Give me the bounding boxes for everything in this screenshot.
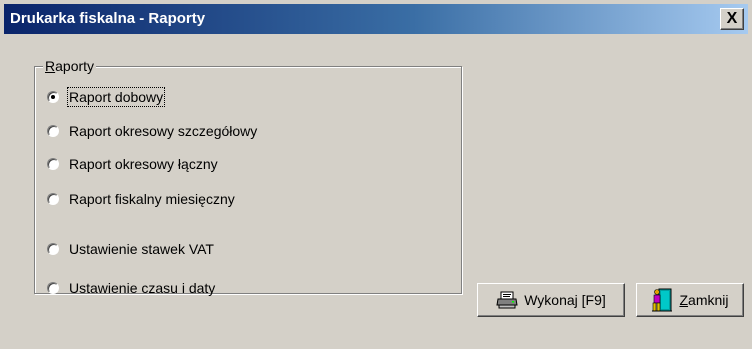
radio-periodic-total-report[interactable]: Raport okresowy łączny [47, 154, 218, 174]
radio-label: Raport okresowy szczegółowy [69, 123, 258, 139]
reports-groupbox: Raporty Raport dobowy Raport okresowy sz… [34, 58, 462, 296]
close-icon: X [726, 10, 738, 27]
radio-button[interactable] [47, 158, 59, 170]
window-title: Drukarka fiskalna - Raporty [10, 10, 206, 27]
radio-label: Raport fiskalny miesięczny [69, 191, 235, 207]
radio-button[interactable] [47, 125, 59, 137]
close-label-rest: amknij [688, 292, 729, 308]
execute-button[interactable]: Wykonaj [F9] [477, 283, 625, 317]
radio-button[interactable] [47, 282, 59, 294]
radio-button[interactable] [47, 193, 59, 205]
radio-monthly-fiscal-report[interactable]: Raport fiskalny miesięczny [47, 189, 235, 209]
execute-button-label: Wykonaj [F9] [524, 292, 606, 308]
radio-label: Ustawienie czasu i daty [69, 280, 216, 296]
door-exit-icon [651, 288, 673, 312]
close-button[interactable]: Zamknij [636, 283, 744, 317]
radio-vat-rates-setup[interactable]: Ustawienie stawek VAT [47, 239, 214, 259]
radio-button-checked[interactable] [47, 91, 59, 103]
close-window-button[interactable]: X [720, 8, 744, 30]
radio-daily-report[interactable]: Raport dobowy [47, 87, 166, 107]
radio-label: Raport dobowy [66, 87, 166, 107]
group-label-rest: aporty [55, 58, 95, 74]
radio-button[interactable] [47, 243, 59, 255]
group-label: Raporty [43, 58, 97, 74]
radio-label: Ustawienie stawek VAT [69, 241, 214, 257]
printer-icon [496, 291, 518, 309]
radio-periodic-detailed-report[interactable]: Raport okresowy szczegółowy [47, 121, 257, 141]
radio-label: Raport okresowy łączny [69, 156, 218, 172]
close-button-label: Zamknij [679, 292, 728, 308]
dialog-window: Drukarka fiskalna - Raporty X Raporty Ra… [0, 0, 752, 349]
radio-time-date-setup[interactable]: Ustawienie czasu i daty [47, 278, 215, 298]
close-label-accel: Z [679, 292, 689, 308]
title-bar[interactable]: Drukarka fiskalna - Raporty X [4, 4, 748, 34]
group-label-accel: R [45, 58, 56, 74]
